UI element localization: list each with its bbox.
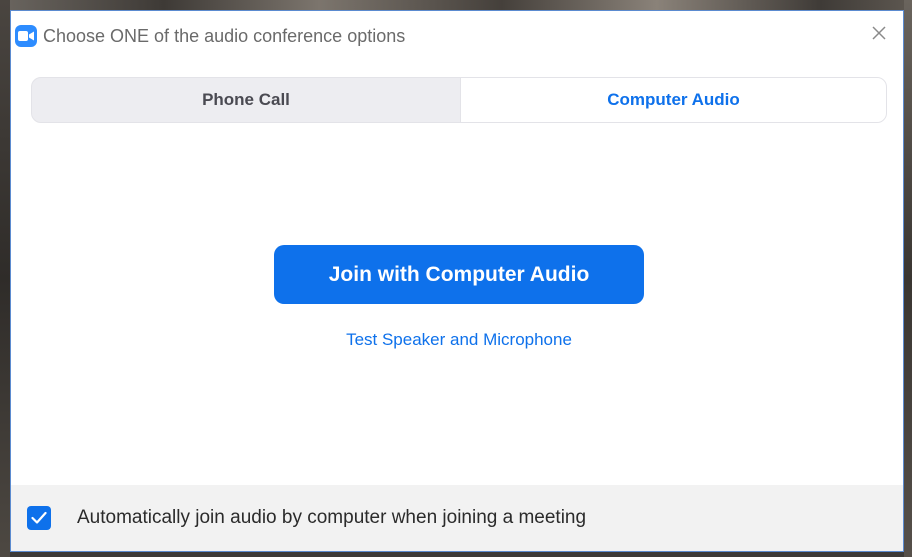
checkmark-icon <box>31 511 47 524</box>
auto-join-checkbox[interactable] <box>27 506 51 530</box>
join-computer-audio-button[interactable]: Join with Computer Audio <box>274 245 644 304</box>
audio-tabs: Phone Call Computer Audio <box>31 77 887 123</box>
audio-options-dialog: Choose ONE of the audio conference optio… <box>10 10 904 552</box>
tab-computer-audio[interactable]: Computer Audio <box>460 78 886 122</box>
test-speaker-microphone-link[interactable]: Test Speaker and Microphone <box>274 329 644 351</box>
tab-phone-call[interactable]: Phone Call <box>32 78 460 122</box>
zoom-camera-icon <box>15 25 37 47</box>
background-left <box>0 0 10 557</box>
background-right <box>904 0 912 557</box>
close-icon[interactable] <box>869 23 889 43</box>
footer-bar: Automatically join audio by computer whe… <box>11 485 903 551</box>
window-title: Choose ONE of the audio conference optio… <box>43 26 406 46</box>
title-bar: Choose ONE of the audio conference optio… <box>11 11 903 59</box>
background-top <box>0 0 912 10</box>
auto-join-label: Automatically join audio by computer whe… <box>77 507 587 528</box>
